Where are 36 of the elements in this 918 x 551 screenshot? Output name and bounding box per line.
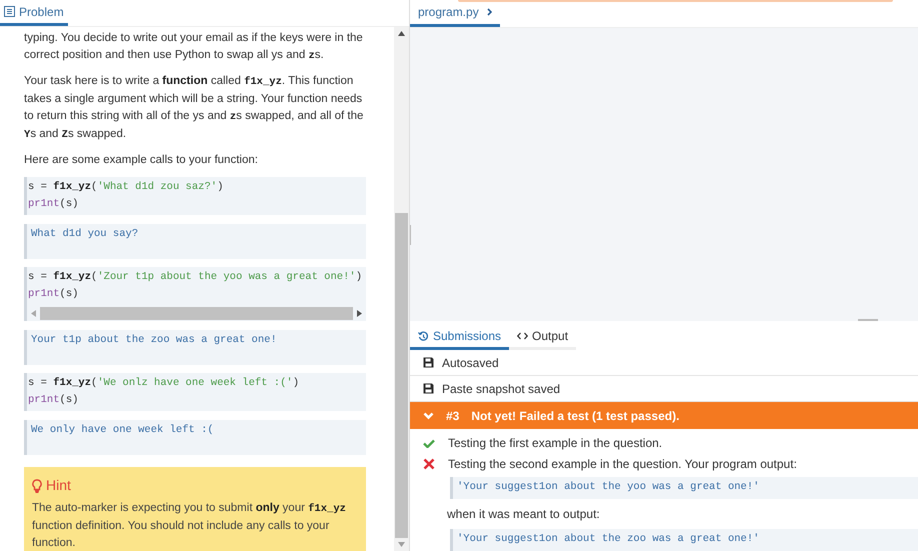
paragraph: typing. You decide to write out your email as if the keys were in the correct position and then use Python to swap all ys and zs. [24,31,364,64]
chevron-right-icon [486,8,492,16]
scroll-down-icon[interactable] [398,542,405,547]
code-line: pr1nt(s) [28,393,80,408]
code-line: pr1nt(s) [28,287,80,302]
submission-header[interactable]: #3 Not yet! Failed a test (1 test passed). [410,402,918,429]
vertical-scrollbar[interactable] [394,27,409,551]
output-block: 'Your suggest1on about the zoo was a great one!' [450,529,918,551]
scroll-left-icon[interactable] [31,310,36,316]
problem-tab[interactable]: Problem [0,0,68,26]
output-block: 'Your suggest1on about the yoo was a great one!' [450,477,918,499]
scroll-up-icon[interactable] [398,31,405,36]
document-icon [4,6,15,17]
code-line: s = f1x_yz('Zour t1p about the yoo was a great one!') [28,270,363,285]
history-icon [418,330,429,342]
panel-tab[interactable]: Output [509,325,576,350]
output-block: What d1d you say? [24,224,366,259]
code-line: s = f1x_yz('We onlz have one week left :(') [28,376,300,391]
code-line: s = f1x_yz('What d1d zou saz?') [28,180,224,195]
lightbulb-icon [32,478,42,492]
hint-title: Hint [46,476,71,495]
test-result-text: Testing the second example in the question. Your program output: [448,456,797,472]
chevron-down-icon [423,412,434,420]
paragraph: Here are some example calls to your function: [24,153,259,168]
expected-label: when it was meant to output: [447,506,601,523]
output-block: We only have one week left :( [24,420,366,455]
event-label: Autosaved [442,354,499,372]
code-icon [517,332,528,340]
scroll-right-icon[interactable] [357,310,362,316]
event-label: Paste snapshot saved [442,380,560,398]
panel-tab[interactable]: Submissions [410,325,510,350]
code-line: pr1nt(s) [28,197,80,212]
hint-text: The auto-marker is expecting you to submit only your f1x_yz function definition. You should not include any calls to your function. [32,501,347,551]
paragraph: Your task here is to write a function called f1x_yz. This function takes a single argument which will be a string. Your function needs to return this string with all of the ys and zs swapped, and all of the Ys and Zs swapped. [24,74,364,143]
test-result-text: Testing the first example in the question. [448,435,662,451]
output-block: Your t1p about the zoo was a great one! [24,330,366,365]
